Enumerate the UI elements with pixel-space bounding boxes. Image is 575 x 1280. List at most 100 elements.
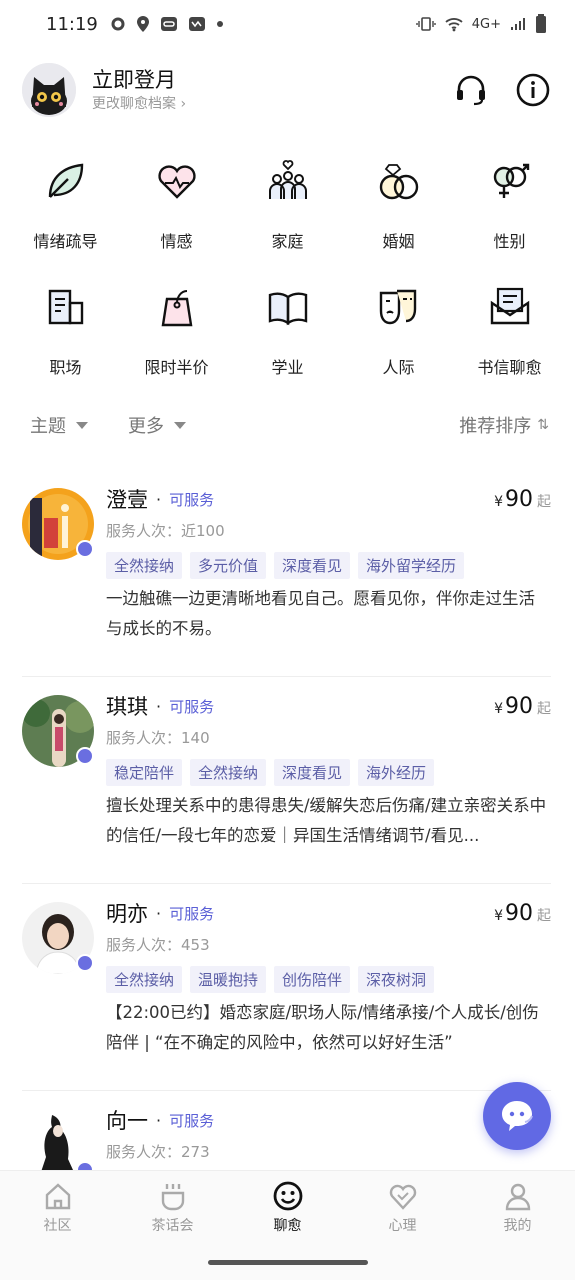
profile-icon: [505, 1183, 530, 1211]
category-interpersonal[interactable]: 人际: [343, 282, 454, 380]
price: ¥ 90 起: [494, 486, 551, 512]
service-count: 服务人次：273: [106, 1143, 210, 1161]
tab-psychology[interactable]: 心理: [345, 1171, 460, 1244]
heart-icon: [152, 156, 202, 206]
tag-list: 全然接纳 温暖抱持 创伤陪伴 深夜树洞: [106, 966, 551, 993]
counselor-card[interactable]: 澄壹 · 可服务 ¥ 90 起 服务人次：近100 全然接纳 多元价值 深度看见…: [22, 470, 551, 677]
signal-icon: [511, 18, 525, 30]
system-nav-bar: [0, 1244, 575, 1280]
category-relationship[interactable]: 情感: [121, 156, 232, 254]
tag: 海外留学经历: [358, 552, 465, 579]
tag: 海外经历: [358, 759, 435, 786]
sort-icon: ⇅: [537, 417, 549, 433]
category-workplace[interactable]: 职场: [10, 282, 121, 380]
category-family[interactable]: 家庭: [232, 156, 343, 254]
chat-bubble-icon: [502, 1101, 533, 1131]
topic-filter[interactable]: 主题: [30, 412, 88, 438]
counselor-description: 一边触礁一边更清晰地看见自己。愿看见你，伴你走过生活与成长的不易。: [106, 589, 535, 638]
family-icon: [263, 156, 313, 206]
category-study[interactable]: 学业: [232, 282, 343, 380]
bottom-tab-bar: 社区 茶话会 聊愈 心理 我的: [0, 1170, 575, 1244]
counselor-description: 擅长处理关系中的患得患失/缓解失恋后伤痛/建立亲密关系中的信任/一段七年的恋爱｜…: [106, 796, 547, 845]
tag-list: 稳定陪伴 全然接纳 深度看见 海外经历: [106, 759, 551, 786]
category-emotion-counseling[interactable]: 情绪疏导: [10, 156, 121, 254]
tag: 深度看见: [274, 759, 351, 786]
location-icon: [136, 16, 149, 32]
category-letter-counseling[interactable]: 书信聊愈: [454, 282, 565, 380]
tag: 全然接纳: [190, 759, 267, 786]
tab-tea-party[interactable]: 茶话会: [115, 1171, 230, 1244]
counselor-card[interactable]: 明亦 · 可服务 ¥ 90 起 服务人次：453 全然接纳 温暖抱持 创伤陪伴 …: [22, 884, 551, 1091]
info-icon: [516, 73, 550, 107]
heart-icon: [389, 1184, 416, 1210]
verified-badge-icon: [76, 954, 94, 972]
book-icon: [263, 282, 313, 332]
tag: 全然接纳: [106, 552, 183, 579]
smile-icon: [273, 1181, 302, 1211]
letter-icon: [485, 282, 535, 332]
chat-fab-button[interactable]: [483, 1082, 551, 1150]
settings-icon: [111, 17, 125, 31]
availability-status: 可服务: [169, 697, 215, 716]
link-icon: [160, 17, 177, 31]
service-count: 服务人次：近100: [106, 522, 225, 540]
gender-icon: [485, 156, 535, 206]
tag: 深度看见: [274, 552, 351, 579]
counselor-name: 明亦: [106, 902, 148, 926]
price-tag-icon: [152, 282, 202, 332]
dot-icon: [216, 21, 223, 27]
more-filter[interactable]: 更多: [128, 412, 186, 438]
counselor-card[interactable]: 琪琪 · 可服务 ¥ 90 起 服务人次：140 稳定陪伴 全然接纳 深度看见 …: [22, 677, 551, 884]
counselor-name: 向一: [106, 1109, 148, 1133]
category-grid: 情绪疏导 情感 家庭 婚姻 性别 职场 限时半价 学业 人际 书信聊愈: [10, 156, 565, 380]
service-count: 服务人次：453: [106, 936, 210, 954]
category-half-price[interactable]: 限时半价: [121, 282, 232, 380]
sort-dropdown[interactable]: 推荐排序 ⇅: [459, 412, 549, 438]
username[interactable]: 立即登月: [92, 66, 186, 94]
dropdown-arrow-icon: [174, 421, 186, 429]
verified-badge-icon: [76, 540, 94, 558]
tea-cup-icon: [161, 1184, 184, 1211]
category-marriage[interactable]: 婚姻: [343, 156, 454, 254]
tag: 多元价值: [190, 552, 267, 579]
home-gesture-handle[interactable]: [208, 1260, 368, 1265]
headset-icon: [457, 75, 485, 106]
info-button[interactable]: [515, 72, 551, 108]
app-icon: [188, 17, 205, 31]
counselor-list: 澄壹 · 可服务 ¥ 90 起 服务人次：近100 全然接纳 多元价值 深度看见…: [22, 470, 551, 1181]
tag-list: 全然接纳 多元价值 深度看见 海外留学经历: [106, 552, 551, 579]
tag: 稳定陪伴: [106, 759, 183, 786]
tag: 深夜树洞: [358, 966, 435, 993]
tag: 温暖抱持: [190, 966, 267, 993]
edit-profile-link[interactable]: 更改聊愈档案 ›: [92, 94, 186, 114]
availability-status: 可服务: [169, 904, 215, 923]
availability-status: 可服务: [169, 490, 215, 509]
verified-badge-icon: [76, 747, 94, 765]
counselor-name: 琪琪: [106, 695, 148, 719]
counselor-name: 澄壹: [106, 488, 148, 512]
category-gender[interactable]: 性别: [454, 156, 565, 254]
leaf-icon: [41, 156, 91, 206]
dropdown-arrow-icon: [76, 421, 88, 429]
tag: 创伤陪伴: [274, 966, 351, 993]
status-time: 11:19: [46, 13, 98, 35]
tab-community[interactable]: 社区: [0, 1171, 115, 1244]
price: ¥ 90 起: [494, 693, 551, 719]
wifi-icon: [445, 18, 463, 32]
home-icon: [45, 1183, 70, 1210]
status-bar: 11:19 4G+: [0, 0, 575, 48]
network-type: 4G+: [471, 16, 501, 32]
counselor-description: 【22:00已约】婚恋家庭/职场人际/情绪承接/个人成长/创伤陪伴 | “在不确…: [106, 1003, 539, 1052]
header: 立即登月 更改聊愈档案 ›: [22, 60, 551, 120]
tab-chat-counseling[interactable]: 聊愈: [230, 1171, 345, 1244]
customer-service-button[interactable]: [453, 72, 489, 108]
service-count: 服务人次：140: [106, 729, 210, 747]
tab-me[interactable]: 我的: [460, 1171, 575, 1244]
price: ¥ 90 起: [494, 900, 551, 926]
counselor-card[interactable]: 向一 · 可服务 服务人次：273: [22, 1091, 551, 1181]
tag: 全然接纳: [106, 966, 183, 993]
filter-bar: 主题 更多 推荐排序 ⇅: [30, 408, 549, 442]
user-avatar[interactable]: [22, 63, 76, 117]
vibrate-icon: [416, 17, 436, 31]
availability-status: 可服务: [169, 1111, 215, 1130]
